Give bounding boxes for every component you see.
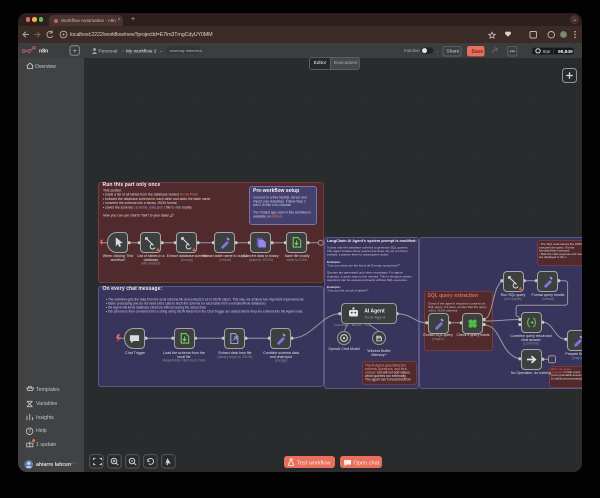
svg-text:Inactive: Inactive [404,48,420,53]
svg-text:98,849: 98,849 [558,49,573,55]
svg-text:Tools Agent: Tools Agent [364,314,386,319]
svg-text:My workflow 2: My workflow 2 [126,49,157,55]
svg-text:⌄: ⌄ [435,48,439,54]
svg-text:›: › [122,49,124,55]
svg-text:Share: Share [447,49,460,55]
svg-text:Star: Star [543,49,552,54]
svg-text:Open chat: Open chat [353,460,379,466]
svg-text:Test workflow: Test workflow [297,460,332,466]
svg-text:Personal: Personal [99,49,118,55]
svg-text:Save: Save [472,49,484,55]
svg-text:+: + [73,48,77,55]
svg-text:n8n: n8n [39,49,48,55]
svg-text:?: ? [28,429,31,435]
svg-text:anomaly detection: anomaly detection [170,48,202,53]
svg-text:⌄: ⌄ [159,48,163,54]
